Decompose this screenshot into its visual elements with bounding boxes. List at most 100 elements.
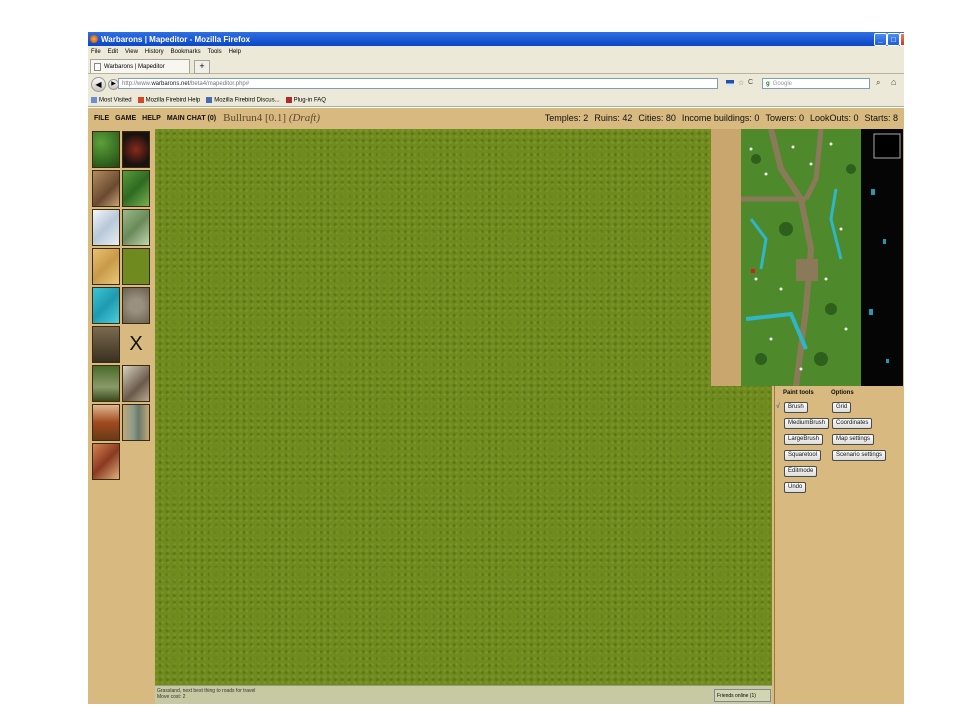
volcano-tile[interactable] (122, 131, 150, 168)
stat-income: Income buildings: 0 (681, 113, 760, 123)
menu-bookmarks[interactable]: Bookmarks (171, 49, 201, 55)
brush-button[interactable]: Brush (784, 402, 808, 413)
forest-tile[interactable] (92, 131, 120, 168)
bookmark-label: Mozilla Firebird Help (145, 97, 201, 104)
menu-game-link[interactable]: GAME (115, 115, 136, 122)
undo-button[interactable]: Undo (784, 482, 807, 493)
stat-towers: Towers: 0 (765, 113, 804, 123)
window-titlebar: Warbarons | Mapeditor - Mozilla Firefox … (88, 32, 905, 46)
search-input[interactable]: g Google (762, 78, 870, 89)
tab-warbarons[interactable]: Warbarons | Mapeditor (90, 59, 190, 73)
grass-tile[interactable] (122, 248, 150, 285)
stat-cities: Cities: 80 (638, 113, 676, 123)
map-canvas[interactable] (155, 129, 772, 687)
window-title: Warbarons | Mapeditor - Mozilla Firefox (101, 34, 251, 44)
terrain-palette: X (88, 128, 154, 704)
temple-tile[interactable] (122, 365, 150, 402)
hills-tile[interactable] (122, 170, 150, 207)
delete-icon[interactable]: X (122, 326, 150, 363)
forum-icon (206, 96, 213, 103)
scenario-settings-button[interactable]: Scenario settings (832, 450, 887, 461)
tab-label: Warbarons | Mapeditor (104, 63, 165, 70)
bookmark-most-visited[interactable]: Most Visited (91, 96, 132, 104)
menu-main-chat-link[interactable]: MAIN CHAT (0) (167, 115, 216, 122)
search-placeholder: Google (772, 80, 793, 87)
menu-help-link[interactable]: HELP (142, 115, 161, 122)
firefox-icon (90, 35, 98, 43)
menu-view[interactable]: View (125, 49, 138, 55)
maximize-button[interactable]: □ (887, 33, 900, 46)
desert-tile[interactable] (92, 248, 120, 285)
tower-tile[interactable] (122, 404, 150, 441)
marsh-tile[interactable] (122, 209, 150, 246)
square-tool-button[interactable]: Squaretool (784, 450, 822, 461)
stat-lookouts: LookOuts: 0 (809, 113, 859, 123)
terrain-info-box: Grassland, next best thing to roads for … (155, 685, 772, 704)
edit-mode-button[interactable]: Editmode (784, 466, 818, 477)
grid-button[interactable]: Grid (832, 402, 852, 413)
menu-edit[interactable]: Edit (108, 49, 118, 55)
medium-brush-button[interactable]: MediumBrush (784, 418, 830, 429)
map-stats: Temples: 2 Ruins: 42 Cities: 80 Income b… (545, 113, 898, 123)
reload-icon[interactable]: C (748, 79, 753, 86)
url-input[interactable]: http://www. warbarons.net/beta4/mapeditor… (118, 78, 718, 89)
minimap-image (711, 129, 903, 386)
large-brush-button[interactable]: LargeBrush (784, 434, 824, 445)
bridge-tile[interactable] (92, 326, 120, 363)
bookmark-label: Plug-in FAQ (293, 97, 326, 104)
bookmarks-toolbar: Most Visited Mozilla Firebird Help Mozil… (88, 94, 904, 107)
bookmark-plugin-faq[interactable]: Plug-in FAQ (285, 96, 326, 104)
google-icon: g (766, 80, 770, 87)
water-tile[interactable] (92, 287, 120, 324)
map-state: (Draft) (288, 112, 320, 124)
bookmark-label: Most Visited (99, 97, 132, 104)
city-tile[interactable] (92, 443, 120, 480)
browser-menubar: File Edit View History Bookmarks Tools H… (88, 46, 904, 57)
tab-strip: Warbarons | Mapeditor + (88, 57, 904, 74)
star-icon[interactable]: ☆ (738, 79, 744, 87)
url-prefix: http://www. (122, 80, 152, 87)
bookmark-firebird-help[interactable]: Mozilla Firebird Help (137, 96, 201, 104)
firebird-icon (137, 96, 144, 103)
road-tile[interactable] (122, 287, 150, 324)
ruin-tile[interactable] (92, 365, 120, 402)
bookmark-firebird-discuss[interactable]: Mozilla Firebird Discus... (206, 96, 280, 104)
bookmark-label: Mozilla Firebird Discus... (214, 97, 280, 104)
friends-online-button[interactable]: Friends online (1) (714, 689, 771, 702)
close-button[interactable] (900, 33, 905, 46)
home-icon[interactable]: ⌂ (891, 77, 896, 87)
map-title: Bullrun4 [0.1] (Draft) (223, 112, 320, 124)
menu-file-link[interactable]: FILE (94, 115, 109, 122)
page-icon (94, 62, 101, 71)
menu-help[interactable]: Help (229, 49, 241, 55)
selected-tool-marker: √ (776, 403, 780, 410)
stat-temples: Temples: 2 (544, 113, 589, 123)
new-tab-button[interactable]: + (194, 60, 210, 74)
map-settings-button[interactable]: Map settings (832, 434, 875, 445)
minimap[interactable] (711, 129, 903, 386)
flag-icon (726, 80, 734, 87)
plugin-icon (285, 96, 292, 103)
snow-tile[interactable] (92, 209, 120, 246)
mountain-tile[interactable] (92, 170, 120, 207)
back-button[interactable]: ◀ (91, 76, 106, 92)
paint-tools-title: Paint tools (783, 390, 814, 396)
url-path: /beta4/mapeditor.php# (189, 80, 250, 87)
menu-tools[interactable]: Tools (208, 49, 222, 55)
minimize-button[interactable]: _ (874, 33, 887, 46)
navigation-bar: ◀ ▶ http://www. warbarons.net/beta4/maped… (88, 74, 904, 94)
stat-ruins: Ruins: 42 (594, 113, 633, 123)
options-title: Options (831, 390, 854, 396)
hero-tile[interactable] (92, 404, 120, 441)
bookmark-icon (91, 96, 97, 103)
menu-history[interactable]: History (145, 49, 164, 55)
tools-panel: Paint tools Options √ Brush MediumBrush … (774, 386, 904, 704)
coordinates-button[interactable]: Coordinates (832, 418, 873, 429)
map-editor-app: FILE GAME HELP MAIN CHAT (0) Bullrun4 [0… (88, 108, 904, 704)
menu-file[interactable]: File (91, 49, 101, 55)
move-cost: Move cost: 2 (157, 694, 186, 700)
url-host: warbarons.net (151, 80, 190, 87)
app-top-bar: FILE GAME HELP MAIN CHAT (0) Bullrun4 [0… (88, 108, 904, 128)
map-name: Bullrun4 [0.1] (223, 112, 287, 124)
search-go-icon[interactable]: ⌕ (876, 78, 880, 88)
